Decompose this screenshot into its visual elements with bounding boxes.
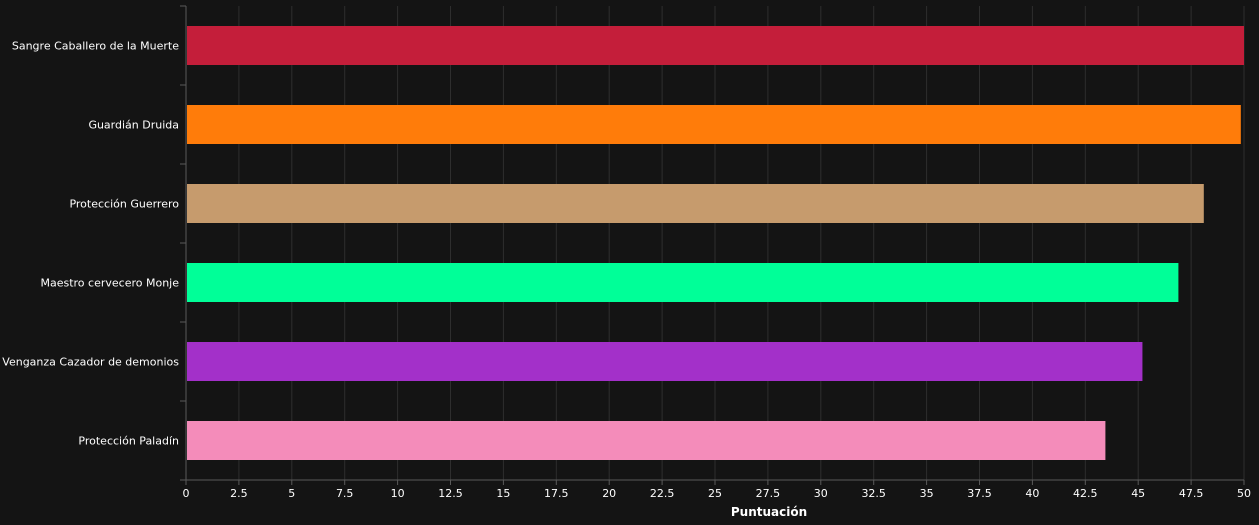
x-tick-label: 17.5 — [544, 487, 569, 500]
bar — [187, 421, 1106, 460]
x-tick-label: 25 — [708, 487, 722, 500]
x-tick-label: 5 — [288, 487, 295, 500]
x-tick-label: 10 — [391, 487, 405, 500]
x-tick-label: 50 — [1237, 487, 1251, 500]
category-label: Sangre Caballero de la Muerte — [12, 40, 179, 53]
x-tick-label: 12.5 — [438, 487, 463, 500]
x-tick-label: 27.5 — [756, 487, 781, 500]
grid-lines — [238, 6, 1245, 480]
x-tick-label: 37.5 — [967, 487, 992, 500]
axes — [180, 5, 1245, 485]
x-axis-title: Puntuación — [731, 505, 807, 519]
x-tick-label: 40 — [1025, 487, 1039, 500]
category-label: Guardián Druida — [88, 119, 179, 132]
x-tick-label: 45 — [1131, 487, 1145, 500]
bar — [187, 263, 1179, 302]
x-tick-label: 7.5 — [336, 487, 354, 500]
x-tick-label: 42.5 — [1073, 487, 1098, 500]
x-tick-label: 2.5 — [230, 487, 248, 500]
x-tick-label: 0 — [183, 487, 190, 500]
x-tick-label: 22.5 — [650, 487, 675, 500]
bar — [187, 184, 1204, 223]
bar-chart: 0 2.5 5 7.5 10 12.5 15 17.5 20 22.5 25 27.5 30 32.5 35… — [2, 5, 1251, 519]
bar — [187, 342, 1143, 381]
x-tick-label: 20 — [602, 487, 616, 500]
category-label: Venganza Cazador de demonios — [2, 356, 179, 369]
x-tick-label: 15 — [496, 487, 510, 500]
x-tick-label: 32.5 — [861, 487, 886, 500]
bar — [187, 26, 1244, 65]
x-tick-label: 30 — [814, 487, 828, 500]
x-tick-label: 47.5 — [1179, 487, 1204, 500]
category-label: Maestro cervecero Monje — [40, 277, 179, 290]
x-tick-label: 35 — [920, 487, 934, 500]
category-label: Protección Paladín — [78, 435, 179, 448]
category-label: Protección Guerrero — [69, 198, 179, 211]
bar — [187, 105, 1241, 144]
